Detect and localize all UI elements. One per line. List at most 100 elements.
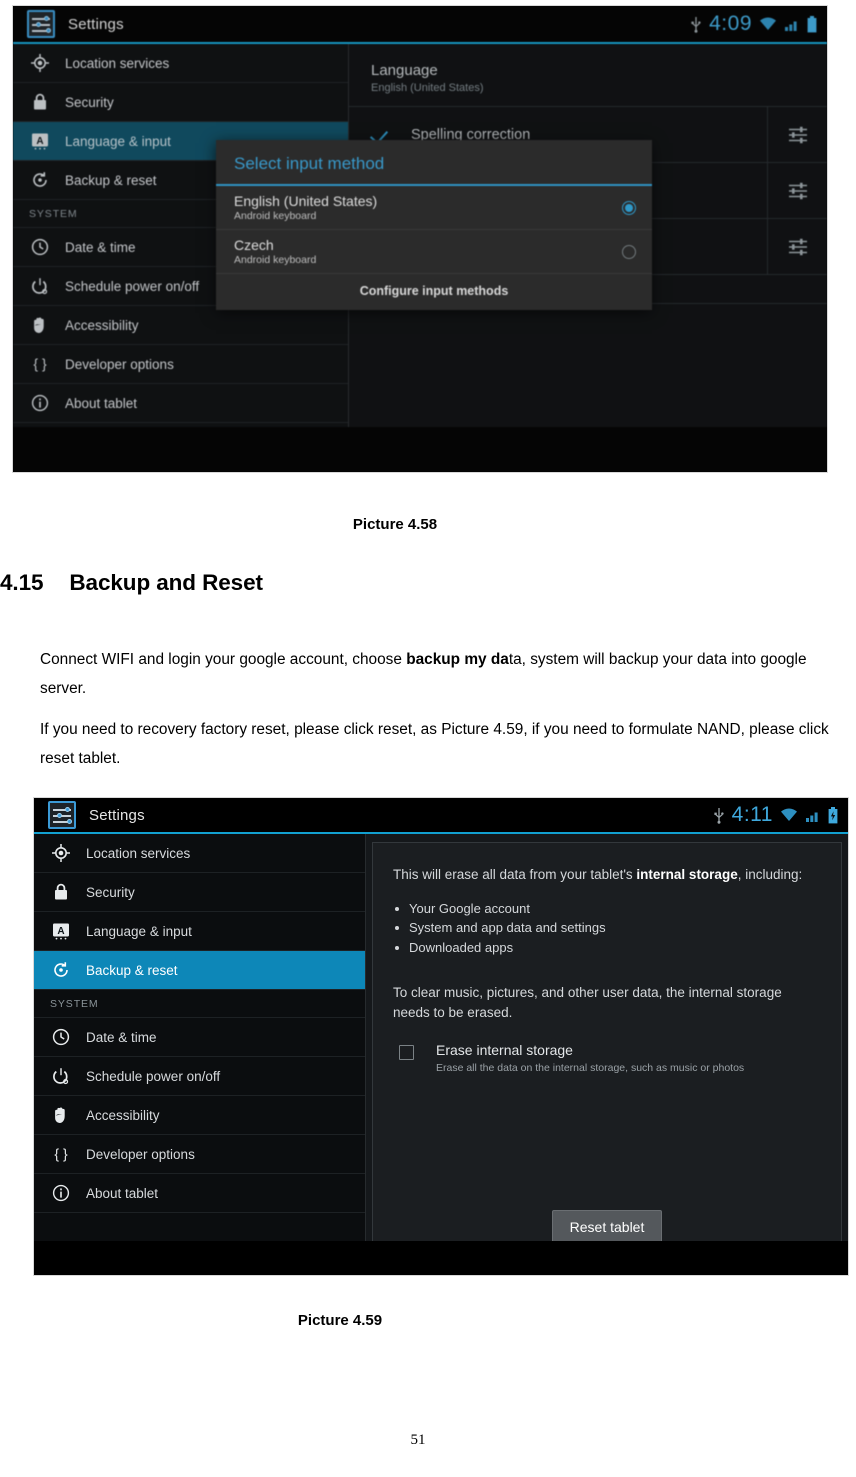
usb-icon <box>691 16 701 33</box>
settings-sliders-icon[interactable] <box>767 219 827 274</box>
lead-part2: , including: <box>737 867 803 882</box>
reset-warning-lead: This will erase all data from your table… <box>393 865 821 885</box>
location-icon <box>50 842 72 864</box>
dialog-title: Select input method <box>216 140 652 186</box>
settings-app-icon <box>48 801 76 829</box>
sidebar-item-accessibility[interactable]: Accessibility <box>13 306 348 345</box>
settings-content-b: This will erase all data from your table… <box>366 834 848 1275</box>
clock-a: 4:09 <box>709 12 752 35</box>
paragraph-reset: If you need to recovery factory reset, p… <box>40 721 829 768</box>
dialog-option-subtitle: Android keyboard <box>234 254 317 266</box>
keyboard-a-icon: A <box>50 920 72 942</box>
dialog-option-title: English (United States) <box>234 193 378 209</box>
sidebar-item-security[interactable]: Security <box>34 873 365 912</box>
sidebar-item-location-services[interactable]: Location services <box>34 834 365 873</box>
page-title: 4.15 Backup and Reset <box>0 570 263 596</box>
screenshot-picture-459: Settings 4:11 Location services Security… <box>33 797 849 1276</box>
erase-internal-storage-text: Erase internal storage Erase all the dat… <box>436 1042 744 1074</box>
battery-icon <box>807 15 817 32</box>
status-bar-a: Settings 4:09 <box>13 6 827 44</box>
hand-icon <box>50 1104 72 1126</box>
sidebar-label: Accessibility <box>86 1107 160 1123</box>
usb-icon <box>714 807 724 824</box>
sidebar-item-schedule-power[interactable]: Schedule power on/off <box>34 1057 365 1096</box>
sidebar-label: Developer options <box>86 1146 195 1162</box>
sidebar-item-security[interactable]: Security <box>13 83 348 122</box>
dialog-option-text: Czech Android keyboard <box>234 237 622 266</box>
configure-input-methods-button[interactable]: Configure input methods <box>216 274 652 310</box>
caption-picture-459: Picture 4.59 <box>297 1312 383 1329</box>
sidebar-label: About tablet <box>86 1185 159 1201</box>
signal-icon <box>785 21 797 31</box>
panel-spacer <box>393 1074 821 1210</box>
navigation-strip-b <box>34 1241 848 1275</box>
factory-reset-panel: This will erase all data from your table… <box>372 842 842 1269</box>
list-item: Your Google account <box>393 899 821 919</box>
sidebar-label: Security <box>86 884 135 900</box>
dialog-option-text: English (United States) Android keyboard <box>234 193 622 222</box>
settings-sliders-icon[interactable] <box>767 163 827 218</box>
sidebar-item-about-tablet[interactable]: About tablet <box>34 1174 365 1213</box>
backup-reset-icon <box>29 169 51 191</box>
erase-items-list: Your Google account System and app data … <box>393 899 821 958</box>
erase-internal-storage-checkbox[interactable] <box>399 1045 414 1061</box>
dialog-option-czech[interactable]: Czech Android keyboard <box>216 230 652 274</box>
document-page: Settings 4:09 Location services Security… <box>0 0 856 1477</box>
info-icon <box>29 392 51 414</box>
clock-icon <box>29 236 51 258</box>
sidebar-item-accessibility[interactable]: Accessibility <box>34 1096 365 1135</box>
settings-body-b: Location services Security A Language & … <box>34 834 848 1275</box>
settings-sliders-icon[interactable] <box>767 107 827 162</box>
svg-text:{ }: { } <box>33 356 47 372</box>
sidebar-item-date-time[interactable]: Date & time <box>34 1018 365 1057</box>
status-icons-a: 4:09 <box>690 12 817 36</box>
para1-part1: Connect WIFI and login your google accou… <box>40 651 407 669</box>
wifi-icon <box>781 808 797 821</box>
wifi-icon <box>760 17 776 30</box>
battery-charging-icon <box>828 806 838 823</box>
sidebar-label: Schedule power on/off <box>65 278 200 294</box>
sidebar-label: Backup & reset <box>86 962 178 978</box>
sidebar-label: Date & time <box>65 239 136 255</box>
sidebar-label: Accessibility <box>65 317 139 333</box>
hand-icon <box>29 314 51 336</box>
sidebar-label: Schedule power on/off <box>86 1068 221 1084</box>
checkbox-label: Erase internal storage <box>436 1042 573 1059</box>
power-icon <box>29 275 51 297</box>
lock-icon <box>50 881 72 903</box>
sidebar-label: About tablet <box>65 395 138 411</box>
lock-icon <box>29 91 51 113</box>
settings-app-icon <box>27 10 55 38</box>
radio-button-unselected-icon[interactable] <box>622 244 636 259</box>
dialog-option-subtitle: Android keyboard <box>234 210 317 222</box>
language-row-title: Language <box>371 62 438 79</box>
screenshot-picture-458: Settings 4:09 Location services Security… <box>12 5 828 473</box>
sidebar-item-location-services[interactable]: Location services <box>13 44 348 83</box>
clock-icon <box>50 1026 72 1048</box>
sidebar-item-language-input[interactable]: A Language & input <box>34 912 365 951</box>
reset-secondary-text: To clear music, pictures, and other user… <box>393 985 782 1020</box>
sidebar-item-about-tablet[interactable]: About tablet <box>13 384 348 423</box>
sidebar-item-developer-options[interactable]: { } Developer options <box>34 1135 365 1174</box>
location-icon <box>29 52 51 74</box>
sidebar-label: Security <box>65 94 114 110</box>
dialog-option-english-us[interactable]: English (United States) Android keyboard <box>216 186 652 230</box>
status-icons-b: 4:11 <box>713 803 838 827</box>
erase-internal-storage-row[interactable]: Erase internal storage Erase all the dat… <box>393 1042 821 1074</box>
sidebar-item-backup-reset[interactable]: Backup & reset <box>34 951 365 990</box>
section-number: 4.15 <box>0 570 44 595</box>
app-title-b: Settings <box>89 806 145 824</box>
backup-reset-icon <box>50 959 72 981</box>
paragraph-backup: Connect WIFI and login your google accou… <box>40 645 852 703</box>
language-row-subtitle: English (United States) <box>371 82 484 94</box>
sidebar-label: Developer options <box>65 356 174 372</box>
language-row[interactable]: Language English (United States) <box>349 44 827 107</box>
svg-text:A: A <box>36 136 43 147</box>
sidebar-label: Backup & reset <box>65 172 157 188</box>
braces-icon: { } <box>29 353 51 375</box>
svg-text:A: A <box>57 926 64 937</box>
dialog-option-title: Czech <box>234 237 274 253</box>
radio-button-selected-icon[interactable] <box>622 200 636 215</box>
reset-tablet-button[interactable]: Reset tablet <box>551 1210 663 1244</box>
sidebar-item-developer-options[interactable]: { } Developer options <box>13 345 348 384</box>
